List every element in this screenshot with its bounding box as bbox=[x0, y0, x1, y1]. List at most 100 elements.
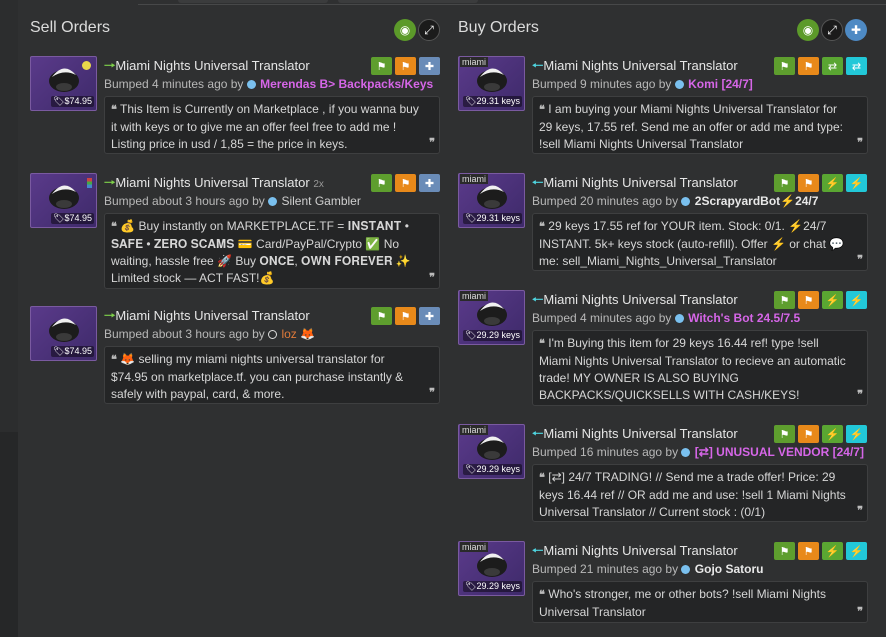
username-link[interactable]: Merendas B> Backpacks/Keys bbox=[260, 77, 433, 91]
bumped-info: Bumped 20 minutes ago by 2ScrapyardBot⚡2… bbox=[532, 194, 819, 208]
item-title[interactable]: 🠐Miami Nights Universal Translator bbox=[532, 291, 738, 313]
quote-close-icon: ❞ bbox=[429, 272, 435, 284]
buy-listing: miami 🏷29.31 keys 🠐Miami Nights Universa… bbox=[456, 173, 868, 283]
item-title[interactable]: 🠒Miami Nights Universal Translator bbox=[104, 57, 310, 79]
username-link[interactable]: Silent Gambler bbox=[281, 194, 360, 208]
arrow-left-icon: 🠐 bbox=[532, 175, 544, 190]
item-price: 🏷$74.95 bbox=[51, 346, 94, 357]
buy-listing: miami 🏷29.31 keys 🠐Miami Nights Universa… bbox=[456, 56, 868, 166]
item-title[interactable]: 🠒Miami Nights Universal Translator 2x bbox=[104, 174, 324, 196]
username-link[interactable]: loz bbox=[281, 327, 296, 341]
lightning-icon[interactable]: ⚡ bbox=[846, 174, 867, 192]
item-title[interactable]: 🠐Miami Nights Universal Translator bbox=[532, 542, 738, 564]
listing-comment: ❝ This Item is Currently on Marketplace … bbox=[104, 96, 440, 154]
quote-open-icon: ❝ bbox=[539, 338, 545, 350]
listing-actions: ⚑ ⚑ ⚡ ⚡ bbox=[774, 425, 867, 443]
status-dot-icon bbox=[681, 565, 691, 574]
tag-icon[interactable]: ⚑ bbox=[774, 291, 795, 309]
item-title[interactable]: 🠒Miami Nights Universal Translator bbox=[104, 307, 310, 329]
lightning-icon[interactable]: ⚡ bbox=[822, 291, 843, 309]
tag-icon[interactable]: ⚑ bbox=[371, 57, 392, 75]
item-image[interactable]: 🏷$74.95 bbox=[30, 173, 97, 228]
item-image[interactable]: 🏷$74.95 bbox=[30, 56, 97, 111]
listings-panel: Sell Orders ◉ ⤢ 🏷$74.95 🠒Miami Nights Un… bbox=[18, 0, 886, 637]
buy-orders-title: Buy Orders bbox=[458, 19, 539, 36]
status-dot-icon bbox=[681, 448, 691, 457]
item-image[interactable]: miami 🏷29.29 keys bbox=[458, 290, 525, 345]
quote-open-icon: ❝ bbox=[539, 472, 545, 484]
item-title[interactable]: 🠐Miami Nights Universal Translator bbox=[532, 174, 738, 196]
username-link[interactable]: [⇄] UNUSUAL VENDOR [24/7] bbox=[695, 445, 864, 459]
lightning-icon[interactable]: ⚡ bbox=[822, 174, 843, 192]
sell-listing: 🏷$74.95 🠒Miami Nights Universal Translat… bbox=[28, 306, 442, 416]
flag-icon[interactable]: ⚑ bbox=[798, 57, 819, 75]
bumped-info: Bumped 4 minutes ago by Witch's Bot 24.5… bbox=[532, 311, 801, 325]
item-image[interactable]: 🏷$74.95 bbox=[30, 306, 97, 361]
listing-actions: ⚑ ⚑ ⚡ ⚡ bbox=[774, 174, 867, 192]
item-price: 🏷29.31 keys bbox=[463, 96, 522, 107]
item-image[interactable]: miami 🏷29.31 keys bbox=[458, 56, 525, 111]
lightning-icon[interactable]: ⚡ bbox=[846, 425, 867, 443]
lightning-icon[interactable]: ⚡ bbox=[822, 542, 843, 560]
buy-orders-header: Buy Orders ◉ ⤢ ✚ bbox=[456, 14, 868, 46]
translator-hat-icon bbox=[477, 436, 507, 460]
exchange-icon[interactable]: ⇄ bbox=[822, 57, 843, 75]
flag-icon[interactable]: ⚑ bbox=[798, 542, 819, 560]
tag-icon[interactable]: ⚑ bbox=[774, 425, 795, 443]
listing-comment: ❝ 29 keys 17.55 ref for YOUR item. Stock… bbox=[532, 213, 868, 271]
item-price: 🏷29.29 keys bbox=[463, 581, 522, 592]
listing-actions: ⚑ ⚑ ⚡ ⚡ bbox=[774, 542, 867, 560]
user-plus-icon[interactable]: ✚ bbox=[419, 57, 440, 75]
item-price: 🏷29.29 keys bbox=[463, 330, 522, 341]
arrow-right-icon: 🠒 bbox=[104, 308, 116, 323]
tag-icon[interactable]: ⚑ bbox=[774, 57, 795, 75]
exchange-icon[interactable]: ⇄ bbox=[846, 57, 867, 75]
flag-icon[interactable]: ⚑ bbox=[395, 307, 416, 325]
username-link[interactable]: 2ScrapyardBot⚡24/7 bbox=[695, 194, 819, 208]
tag-icon[interactable]: ⚑ bbox=[371, 307, 392, 325]
item-image[interactable]: miami 🏷29.29 keys bbox=[458, 424, 525, 479]
tag-icon[interactable]: ⚑ bbox=[774, 174, 795, 192]
user-plus-icon[interactable]: ✚ bbox=[419, 174, 440, 192]
lightning-icon[interactable]: ⚡ bbox=[846, 542, 867, 560]
bumped-info: Bumped 21 minutes ago by Gojo Satoru bbox=[532, 562, 764, 576]
left-margin bbox=[0, 0, 18, 637]
sell-listing: 🏷$74.95 🠒Miami Nights Universal Translat… bbox=[28, 56, 442, 166]
status-dot-icon bbox=[246, 80, 256, 89]
quantity-multiplier: 2x bbox=[313, 179, 324, 190]
flag-icon[interactable]: ⚑ bbox=[798, 291, 819, 309]
flag-icon[interactable]: ⚑ bbox=[798, 425, 819, 443]
flag-icon[interactable]: ⚑ bbox=[395, 57, 416, 75]
expand-icon[interactable]: ⤢ bbox=[418, 19, 440, 41]
status-dot-icon bbox=[674, 314, 684, 323]
listing-actions: ⚑ ⚑ ✚ bbox=[371, 57, 440, 75]
username-link[interactable]: Gojo Satoru bbox=[695, 562, 764, 576]
expand-icon[interactable]: ⤢ bbox=[821, 19, 843, 41]
eye-icon[interactable]: ◉ bbox=[797, 19, 819, 41]
quote-open-icon: ❝ bbox=[539, 104, 545, 116]
item-price: 🏷29.29 keys bbox=[463, 464, 522, 475]
username-link[interactable]: Witch's Bot 24.5/7.5 bbox=[688, 311, 800, 325]
translator-hat-icon bbox=[477, 553, 507, 577]
tag-icon[interactable]: ⚑ bbox=[371, 174, 392, 192]
quote-close-icon: ❞ bbox=[857, 389, 863, 401]
item-image[interactable]: miami 🏷29.31 keys bbox=[458, 173, 525, 228]
item-image[interactable]: miami 🏷29.29 keys bbox=[458, 541, 525, 596]
flag-icon[interactable]: ⚑ bbox=[395, 174, 416, 192]
arrow-left-icon: 🠐 bbox=[532, 426, 544, 441]
plus-icon[interactable]: ✚ bbox=[845, 19, 867, 41]
listing-comment: ❝ I am buying your Miami Nights Universa… bbox=[532, 96, 868, 154]
lightning-icon[interactable]: ⚡ bbox=[846, 291, 867, 309]
quote-close-icon: ❞ bbox=[857, 606, 863, 618]
username-link[interactable]: Komi [24/7] bbox=[688, 77, 753, 91]
buy-orders-column: Buy Orders ◉ ⤢ ✚ miami 🏷29.31 keys 🠐Miam… bbox=[456, 14, 868, 623]
flag-icon[interactable]: ⚑ bbox=[798, 174, 819, 192]
tag-icon[interactable]: ⚑ bbox=[774, 542, 795, 560]
eye-icon[interactable]: ◉ bbox=[394, 19, 416, 41]
user-plus-icon[interactable]: ✚ bbox=[419, 307, 440, 325]
item-title[interactable]: 🠐Miami Nights Universal Translator bbox=[532, 425, 738, 447]
quote-open-icon: ❝ bbox=[111, 221, 117, 233]
item-price: 🏷29.31 keys bbox=[463, 213, 522, 224]
lightning-icon[interactable]: ⚡ bbox=[822, 425, 843, 443]
item-title[interactable]: 🠐Miami Nights Universal Translator bbox=[532, 57, 738, 79]
